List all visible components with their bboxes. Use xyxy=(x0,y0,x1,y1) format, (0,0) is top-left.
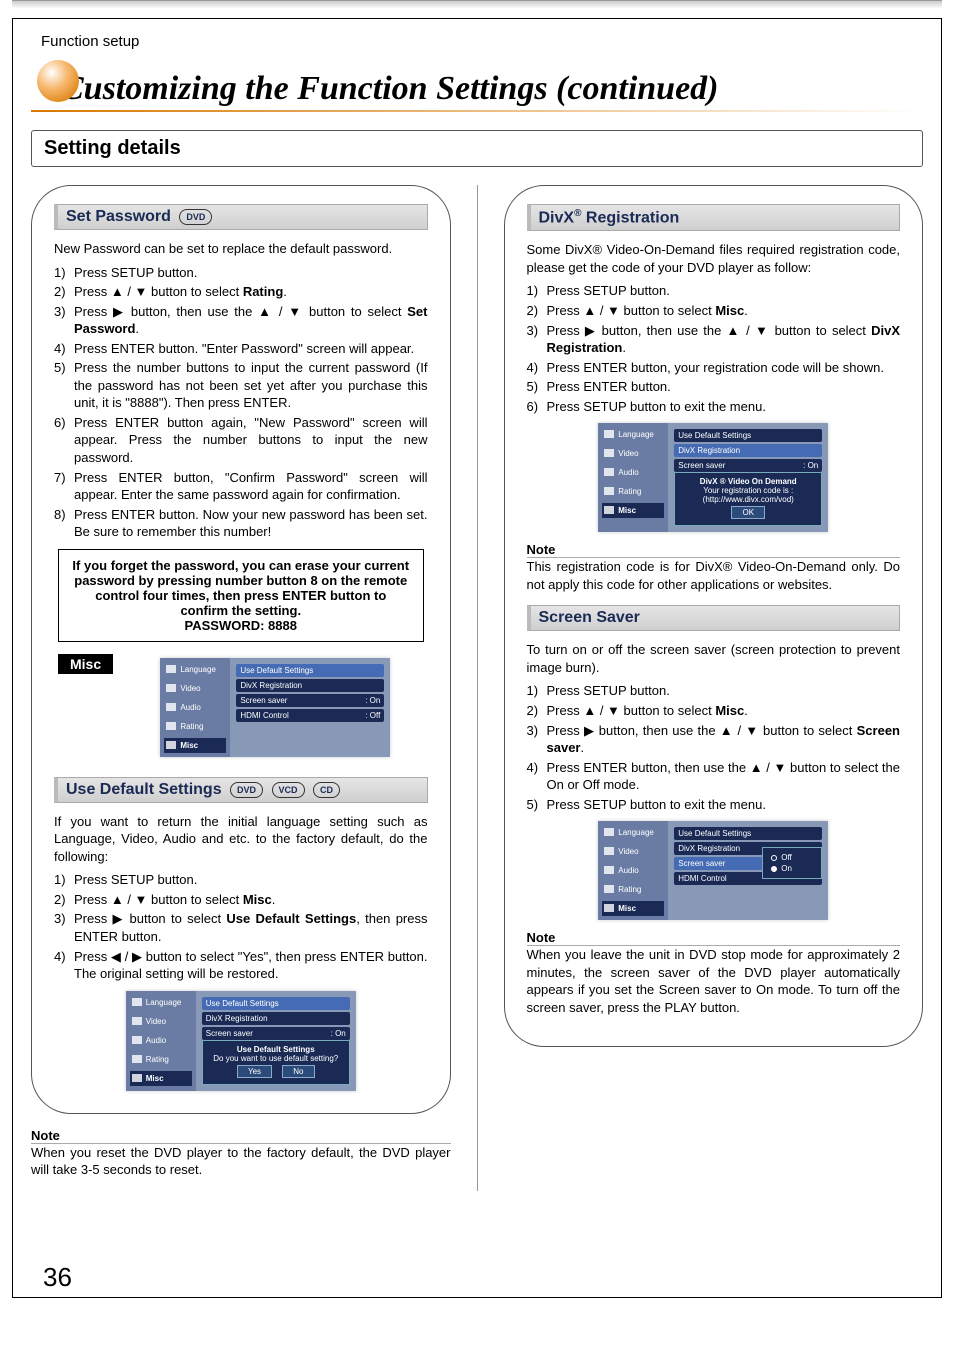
subheader-set-password: Set Password DVD xyxy=(54,204,428,230)
ui-screenshot-divx: LanguageVideoAudioRatingMisc Use Default… xyxy=(598,423,828,532)
ui-sidebar-item: Language xyxy=(602,825,664,840)
step: Press ▲ / ▼ button to select Misc. xyxy=(54,891,428,909)
cd-badge: CD xyxy=(313,782,340,798)
use-default-note: When you reset the DVD player to the fac… xyxy=(31,1144,451,1179)
section-title: Setting details xyxy=(31,130,923,167)
ui-sidebar-item: Misc xyxy=(130,1071,192,1086)
step: Press ▶ button, then use the ▲ / ▼ butto… xyxy=(527,322,901,357)
ui-sidebar-item: Rating xyxy=(602,484,664,499)
subheader-divx: DivX® Registration xyxy=(527,204,901,231)
step: Press ▲ / ▼ button to select Misc. xyxy=(527,702,901,720)
divx-steps: Press SETUP button. Press ▲ / ▼ button to… xyxy=(527,282,901,415)
note-heading: Note xyxy=(31,1128,451,1144)
dvd-badge: DVD xyxy=(230,782,263,798)
use-default-intro: If you want to return the initial langua… xyxy=(54,813,428,866)
step: Press SETUP button to exit the menu. xyxy=(527,796,901,814)
step: Press SETUP button. xyxy=(527,682,901,700)
ui-sidebar-item: Rating xyxy=(164,719,226,734)
ui-sidebar-item: Misc xyxy=(602,901,664,916)
step: Press ENTER button. xyxy=(527,378,901,396)
screen-saver-intro: To turn on or off the screen saver (scre… xyxy=(527,641,901,676)
divx-note: This registration code is for DivX® Vide… xyxy=(527,558,901,593)
ui-sidebar-item: Audio xyxy=(602,863,664,878)
note-heading: Note xyxy=(527,930,901,946)
breadcrumb: Function setup xyxy=(31,33,923,50)
subheader-use-default: Use Default Settings DVD VCD CD xyxy=(54,777,428,803)
yes-button: Yes xyxy=(237,1065,272,1078)
ui-sidebar-item: Rating xyxy=(130,1052,192,1067)
step: Press SETUP button. xyxy=(527,282,901,300)
hero-underline xyxy=(31,110,923,112)
step: Press the number buttons to input the cu… xyxy=(54,359,428,412)
ui-sidebar-item: Rating xyxy=(602,882,664,897)
ui-sidebar-item: Video xyxy=(602,844,664,859)
ui-sidebar-item: Language xyxy=(164,662,226,677)
ui-screenshot-use-default: LanguageVideoAudioRatingMisc Use Default… xyxy=(126,991,356,1091)
ui-sidebar-item: Video xyxy=(164,681,226,696)
step: Press ENTER button, then use the ▲ / ▼ b… xyxy=(527,759,901,794)
step: Press SETUP button. xyxy=(54,871,428,889)
ui-sidebar-item: Misc xyxy=(164,738,226,753)
ui-sidebar-item: Audio xyxy=(602,465,664,480)
screen-saver-steps: Press SETUP button. Press ▲ / ▼ button to… xyxy=(527,682,901,813)
set-password-intro: New Password can be set to replace the d… xyxy=(54,240,428,258)
set-password-steps: Press SETUP button.Press ▲ / ▼ button to… xyxy=(54,264,428,541)
step: Press ▲ / ▼ button to select Rating. xyxy=(54,283,428,301)
step: Press ENTER button, "Confirm Password" s… xyxy=(54,469,428,504)
divx-intro: Some DivX® Video-On-Demand files require… xyxy=(527,241,901,276)
step: Press ▲ / ▼ button to select Misc. xyxy=(527,302,901,320)
vcd-badge: VCD xyxy=(272,782,305,798)
page-title: Customizing the Function Settings (conti… xyxy=(61,64,923,108)
ui-sidebar-item: Video xyxy=(602,446,664,461)
ui-sidebar-item: Language xyxy=(602,427,664,442)
step: Press ▶ button, then use the ▲ / ▼ butto… xyxy=(527,722,901,757)
screen-saver-note: When you leave the unit in DVD stop mode… xyxy=(527,946,901,1016)
page-number: 36 xyxy=(43,1262,72,1293)
step: Press ▶ button, then use the ▲ / ▼ butto… xyxy=(54,303,428,338)
step: Press SETUP button. xyxy=(54,264,428,282)
use-default-steps: Press SETUP button. Press ▲ / ▼ button to… xyxy=(54,871,428,982)
step: Press ENTER button. "Enter Password" scr… xyxy=(54,340,428,358)
dvd-badge: DVD xyxy=(179,209,212,225)
ui-sidebar-item: Language xyxy=(130,995,192,1010)
step: Press ENTER button, your registration co… xyxy=(527,359,901,377)
ui-sidebar-item: Audio xyxy=(164,700,226,715)
decorative-sphere xyxy=(37,60,79,102)
subheader-screen-saver: Screen Saver xyxy=(527,605,901,631)
misc-tag: Misc xyxy=(58,654,113,674)
ui-sidebar-item: Video xyxy=(130,1014,192,1029)
step: Press ▶ button to select Use Default Set… xyxy=(54,910,428,945)
step: Press ENTER button. Now your new passwor… xyxy=(54,506,428,541)
password-callout: If you forget the password, you can eras… xyxy=(58,549,424,642)
ui-screenshot-misc: LanguageVideoAudioRatingMisc Use Default… xyxy=(160,658,390,757)
note-heading: Note xyxy=(527,542,901,558)
step: Press SETUP button to exit the menu. xyxy=(527,398,901,416)
step: Press ENTER button again, "New Password"… xyxy=(54,414,428,467)
no-button: No xyxy=(282,1065,314,1078)
step: Press ◀ / ▶ button to select "Yes", then… xyxy=(54,948,428,983)
ui-sidebar-item: Misc xyxy=(602,503,664,518)
ui-sidebar-item: Audio xyxy=(130,1033,192,1048)
ui-screenshot-screen-saver: LanguageVideoAudioRatingMisc Use Default… xyxy=(598,821,828,920)
ok-button: OK xyxy=(731,506,765,519)
